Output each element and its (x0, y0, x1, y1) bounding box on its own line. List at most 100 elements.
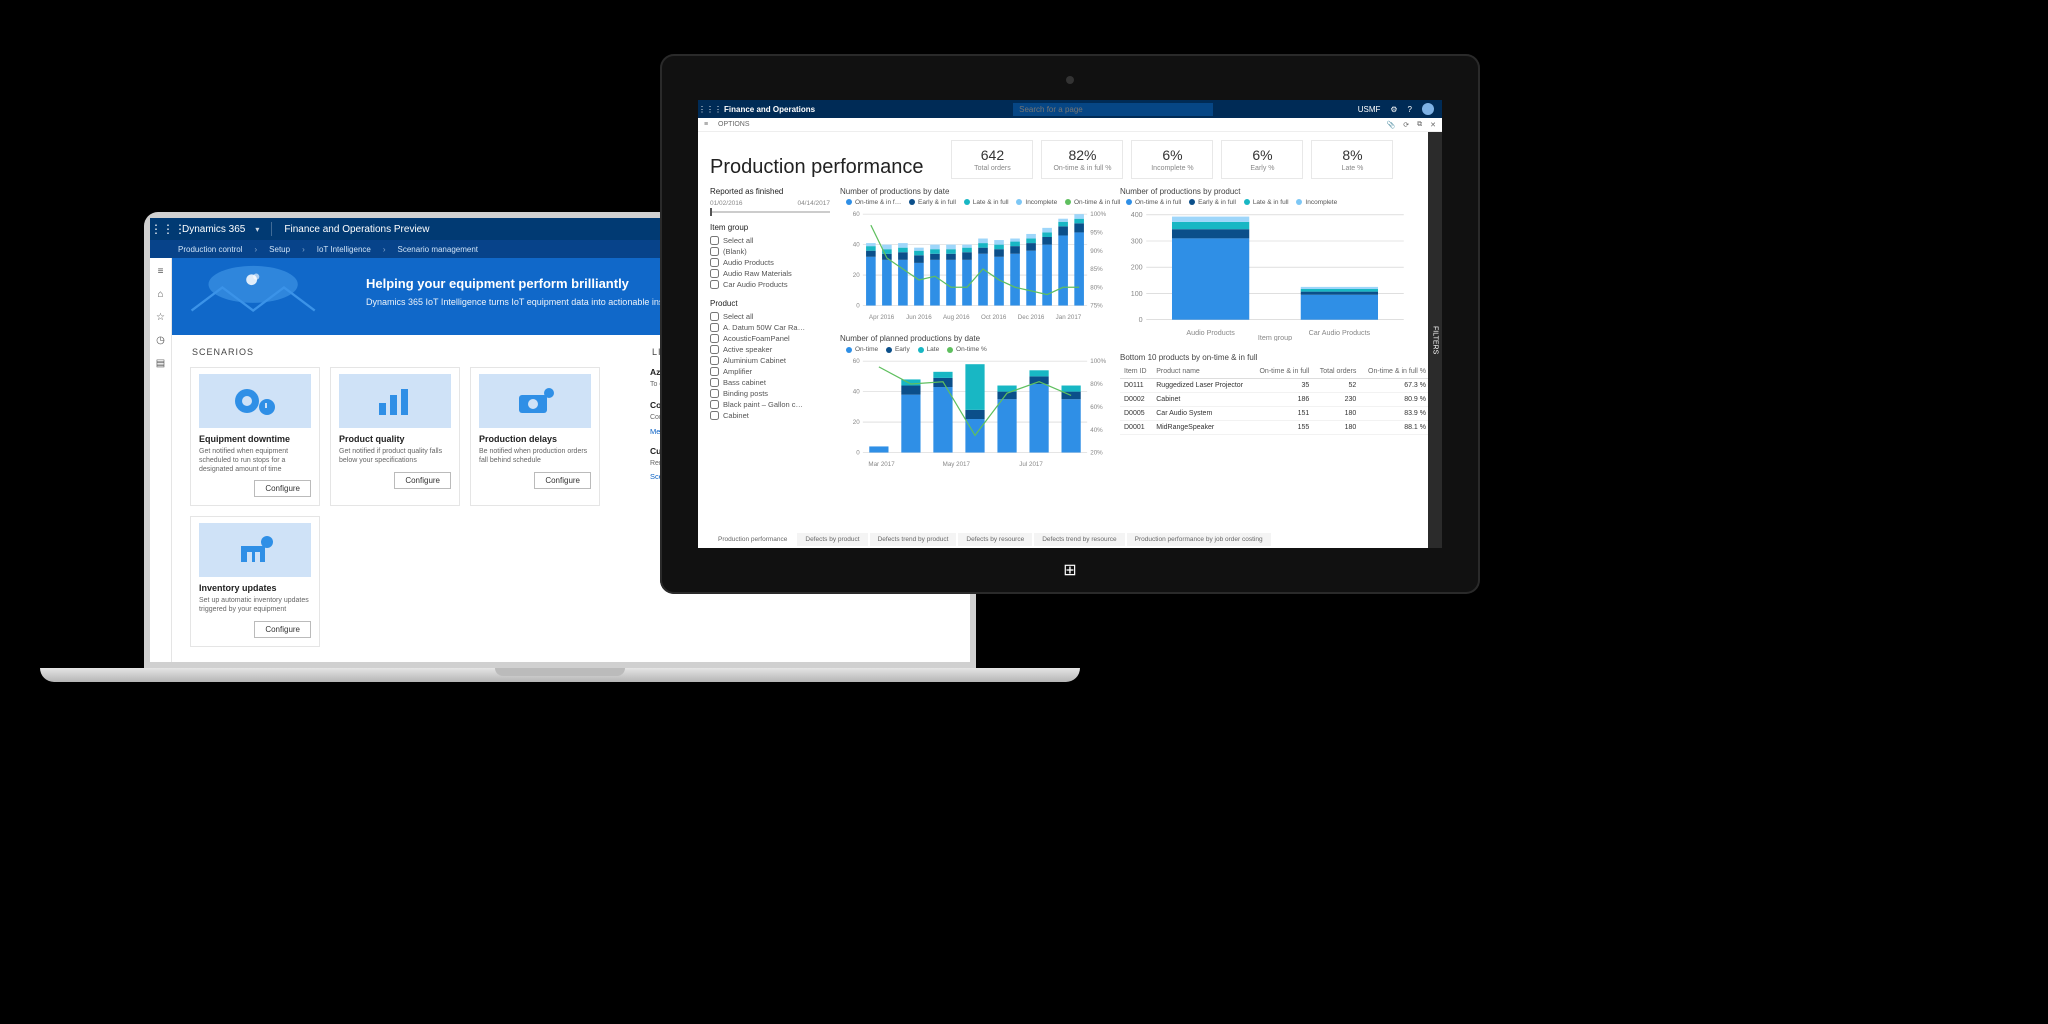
filter-option[interactable]: Active speaker (710, 345, 830, 354)
kpi-value: 8% (1312, 147, 1392, 163)
kpi-label: Incomplete % (1132, 165, 1212, 172)
hamburger-icon[interactable]: ≡ (704, 121, 718, 128)
table-row[interactable]: D0005Car Audio System15118083.9 % (1120, 407, 1430, 421)
svg-text:40: 40 (853, 242, 860, 249)
filter-option[interactable]: Select all (710, 236, 830, 245)
windows-button-icon[interactable]: ⊞ (1063, 560, 1076, 580)
filter-option[interactable]: Aluminium Cabinet (710, 356, 830, 365)
filter-option[interactable]: AcousticFoamPanel (710, 334, 830, 343)
product-title: Product (710, 299, 830, 308)
card-grid-row1: Equipment downtime Get notified when equ… (190, 367, 620, 506)
filter-option[interactable]: (Blank) (710, 247, 830, 256)
options-label[interactable]: OPTIONS (718, 121, 750, 128)
filter-option[interactable]: Black paint – Gallon c… (710, 400, 830, 409)
chart-svg: 020406020%40%60%80%100%Mar 2017May 2017J… (840, 357, 1110, 471)
attach-icon[interactable]: 📎 (1387, 121, 1396, 129)
card-production-delays: Production delays Be notified when produ… (470, 367, 600, 506)
bottom-tab[interactable]: Defects trend by product (870, 533, 957, 546)
card-desc: Get notified when equipment scheduled to… (199, 448, 311, 474)
chevron-down-icon[interactable]: ▾ (255, 225, 271, 234)
crumb-0[interactable]: Production control (172, 245, 248, 254)
reported-title: Reported as finished (710, 187, 830, 196)
refresh-icon[interactable]: ⟳ (1403, 121, 1409, 129)
chart-legend: On-time Early Late On-time % (840, 346, 1110, 353)
svg-text:200: 200 (1131, 264, 1143, 272)
table-header[interactable]: Product name (1152, 365, 1252, 379)
bottom-tab[interactable]: Defects by resource (958, 533, 1032, 546)
crumb-3[interactable]: Scenario management (392, 245, 485, 254)
popup-icon[interactable]: ⧉ (1417, 121, 1422, 129)
chart-title: Bottom 10 products by on-time & in full (1120, 353, 1430, 362)
table-header[interactable]: On-time & in full (1252, 365, 1313, 379)
help-icon[interactable]: ? (1408, 105, 1412, 114)
svg-text:Mar 2017: Mar 2017 (868, 461, 895, 468)
company-label[interactable]: USMF (1358, 105, 1381, 114)
svg-text:100%: 100% (1090, 358, 1106, 365)
waffle-icon[interactable]: ⋮⋮⋮ (150, 222, 172, 236)
item-group-title: Item group (710, 223, 830, 232)
crumb-1[interactable]: Setup (263, 245, 296, 254)
close-icon[interactable]: ✕ (1430, 121, 1436, 129)
table-header[interactable]: Item ID (1120, 365, 1152, 379)
chart-productions-by-product: Number of productions by product On-time… (1120, 187, 1430, 343)
svg-text:300: 300 (1131, 237, 1143, 245)
configure-button[interactable]: Configure (394, 472, 451, 489)
kpi-row: Production performance 642 Total orders … (710, 140, 1430, 179)
table-row[interactable]: D0001MidRangeSpeaker15518088.1 % (1120, 421, 1430, 435)
filter-option[interactable]: Select all (710, 312, 830, 321)
star-icon[interactable]: ☆ (156, 312, 165, 323)
kpi-total-orders: 642 Total orders (951, 140, 1033, 179)
hamburger-icon[interactable]: ≡ (158, 266, 164, 277)
filter-option[interactable]: Amplifier (710, 367, 830, 376)
tablet-brand[interactable]: Finance and Operations (716, 105, 823, 114)
svg-text:60: 60 (853, 211, 860, 218)
laptop-subbrand: Finance and Operations Preview (272, 224, 441, 235)
svg-text:Dec 2016: Dec 2016 (1018, 314, 1045, 321)
filter-option[interactable]: A. Datum 50W Car Ra… (710, 323, 830, 332)
page-title: Production performance (710, 156, 923, 179)
tablet-body: Production performance 642 Total orders … (698, 132, 1442, 548)
warehouse-sync-icon (199, 523, 311, 577)
card-title: Production delays (479, 434, 591, 444)
configure-button[interactable]: Configure (254, 621, 311, 638)
kpi-ontime-full: 82% On-time & in full % (1041, 140, 1123, 179)
table-row[interactable]: D0002Cabinet18623080.9 % (1120, 393, 1430, 407)
avatar[interactable] (1422, 103, 1434, 115)
right-charts: Number of productions by product On-time… (1120, 187, 1430, 548)
table-row[interactable]: D0111Ruggedized Laser Projector355267.3 … (1120, 379, 1430, 393)
gear-icon[interactable]: ⚙ (1390, 105, 1397, 114)
svg-text:90%: 90% (1090, 248, 1103, 255)
date-range-slider[interactable]: 01/02/2016 04/14/2017 (710, 200, 830, 213)
configure-button[interactable]: Configure (534, 472, 591, 489)
svg-text:Jun 2016: Jun 2016 (906, 314, 932, 321)
filter-option[interactable]: Cabinet (710, 411, 830, 420)
waffle-icon[interactable]: ⋮⋮⋮ (698, 105, 716, 114)
svg-text:Item group: Item group (1258, 334, 1292, 341)
svg-text:Apr 2016: Apr 2016 (869, 314, 895, 321)
list-icon[interactable]: ▤ (156, 358, 165, 369)
home-icon[interactable]: ⌂ (157, 289, 163, 300)
filter-option[interactable]: Binding posts (710, 389, 830, 398)
configure-button[interactable]: Configure (254, 480, 311, 497)
filter-option[interactable]: Audio Products (710, 258, 830, 267)
crumb-2[interactable]: IoT Intelligence (311, 245, 377, 254)
search-input[interactable] (1013, 103, 1213, 116)
table-header[interactable]: On-time & in full % (1360, 365, 1430, 379)
card-inventory-updates: Inventory updates Set up automatic inven… (190, 516, 320, 647)
bottom-tab[interactable]: Defects trend by resource (1034, 533, 1124, 546)
filter-option[interactable]: Bass cabinet (710, 378, 830, 387)
laptop-brand[interactable]: Dynamics 365 (172, 224, 255, 235)
bottom-tab[interactable]: Defects by product (797, 533, 867, 546)
filter-option[interactable]: Audio Raw Materials (710, 269, 830, 278)
table-header[interactable]: Total orders (1313, 365, 1360, 379)
filter-option[interactable]: Car Audio Products (710, 280, 830, 289)
bottom-tab[interactable]: Production performance by job order cost… (1127, 533, 1271, 546)
kpi-incomplete: 6% Incomplete % (1131, 140, 1213, 179)
bottom-tab[interactable]: Production performance (710, 533, 795, 546)
filters-handle[interactable]: FILTERS (1428, 132, 1442, 548)
svg-text:Car Audio Products: Car Audio Products (1309, 329, 1371, 337)
clock-icon[interactable]: ◷ (156, 335, 165, 346)
svg-text:80%: 80% (1090, 284, 1103, 291)
gear-timer-icon (199, 374, 311, 428)
svg-text:20: 20 (853, 272, 860, 279)
